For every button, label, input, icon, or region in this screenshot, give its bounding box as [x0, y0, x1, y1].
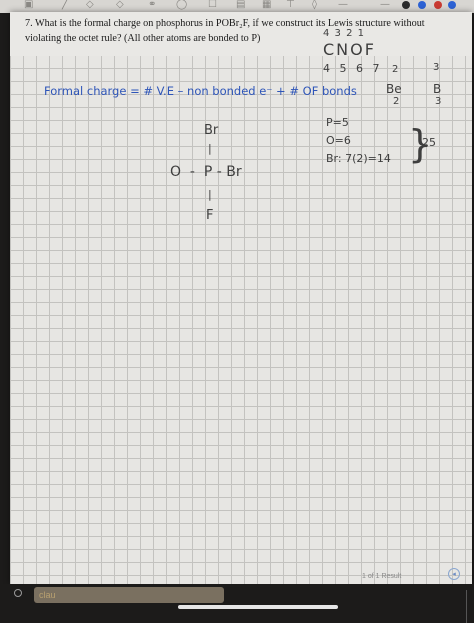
- question-text: 7. What is the formal charge on phosphor…: [25, 16, 450, 46]
- note-b-label: B: [433, 82, 442, 96]
- formal-charge-formula: Formal charge = # V.E – non bonded e⁻ + …: [44, 84, 357, 98]
- line-thick-icon[interactable]: —: [380, 0, 390, 10]
- note-b-group: 3: [433, 62, 440, 73]
- grid-icon[interactable]: ▦: [262, 0, 271, 10]
- notebook-page[interactable]: 7. What is the formal charge on phosphor…: [10, 12, 472, 584]
- home-indicator[interactable]: [178, 605, 338, 609]
- search-result-status: 1 of 1 Result: [362, 573, 402, 580]
- valence-total: 25: [422, 136, 436, 149]
- note-b-valence: 3: [435, 96, 442, 107]
- answer-radio-button[interactable]: [14, 589, 22, 597]
- highlighter-icon[interactable]: ◇: [116, 0, 124, 10]
- structure-bond-top: |: [208, 142, 212, 155]
- eraser-icon[interactable]: ◯: [176, 0, 187, 10]
- color-blue-swatch[interactable]: [418, 1, 426, 9]
- question-number: 7.: [25, 18, 33, 29]
- shapes-icon[interactable]: ☐: [208, 0, 217, 10]
- color-red-swatch[interactable]: [434, 1, 442, 9]
- note-elements-top: CNOF: [323, 40, 376, 59]
- image-icon[interactable]: ▣: [24, 0, 33, 10]
- line-thin-icon[interactable]: —: [338, 0, 348, 10]
- color-blue2-swatch[interactable]: [448, 1, 456, 9]
- note-be-label: Be: [386, 82, 402, 96]
- structure-bottom-atom: F: [206, 208, 214, 223]
- text-icon[interactable]: ⊤: [286, 0, 295, 10]
- structure-top-atom: Br: [204, 123, 219, 138]
- page-navigation-icon[interactable]: ◂: [448, 568, 460, 580]
- color-black-swatch[interactable]: [402, 1, 410, 9]
- divider: [466, 590, 467, 623]
- structure-bond-bottom: |: [208, 188, 212, 201]
- valence-count-o: O=6: [326, 134, 351, 147]
- valence-count-br: Br: 7(2)=14: [326, 152, 391, 165]
- note-ranks-top: 4 3 2 1: [323, 28, 365, 39]
- keyboard-icon[interactable]: ▤: [236, 0, 245, 10]
- lasso-icon[interactable]: ⚭: [148, 0, 156, 10]
- note-be-valence: 2: [393, 96, 400, 107]
- note-ranks-bottom: 4 5 6 7: [323, 62, 383, 75]
- marker-icon[interactable]: ◇: [86, 0, 94, 10]
- question-card: 7. What is the formal charge on phosphor…: [10, 12, 472, 56]
- pen-icon[interactable]: ╱: [62, 0, 68, 10]
- note-be-group: 2: [392, 64, 399, 75]
- tag-icon[interactable]: ◊: [312, 0, 317, 10]
- structure-middle-row: O - P - Br: [170, 164, 242, 180]
- valence-count-p: P=5: [326, 116, 349, 129]
- answer-input[interactable]: clau: [34, 587, 224, 603]
